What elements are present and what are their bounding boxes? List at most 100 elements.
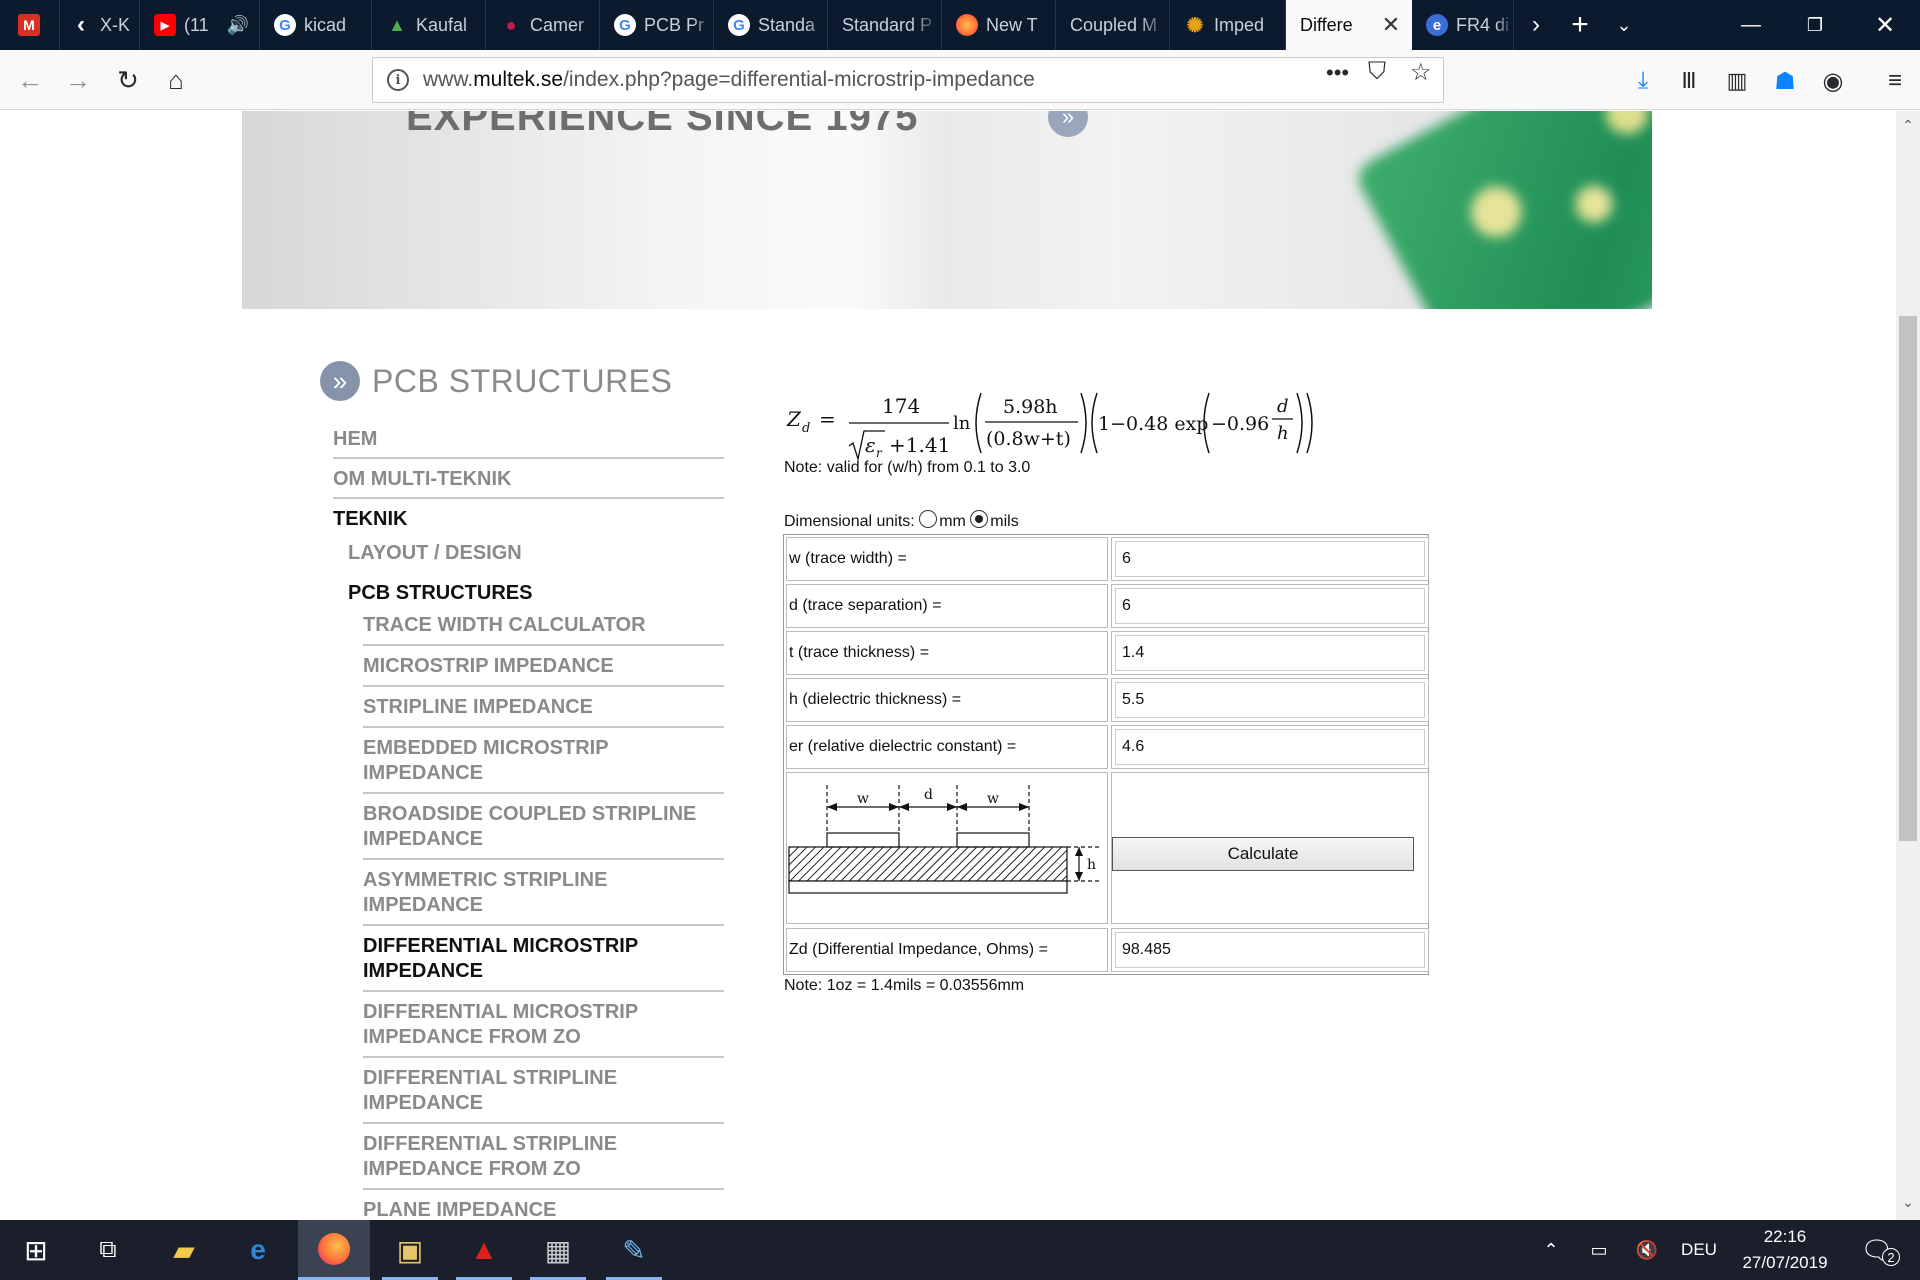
sidebar-item-trace-width-calculator[interactable]: TRACE WIDTH CALCULATOR [363,613,723,638]
download-icon[interactable]: ⤓ [1628,66,1658,96]
sidebar-item-hem[interactable]: HEM [333,427,377,452]
dielectric-constant-input[interactable]: 4.6 [1115,729,1425,765]
impedance-formula: Z d = 174 ε r +1.41 ln 5.98h (0.8w+t) 1−… [786,392,1313,462]
language-indicator[interactable]: DEU [1676,1220,1722,1280]
sidebar-item-om-multi-teknik[interactable]: OM MULTI-TEKNIK [333,467,512,492]
ghostery-icon[interactable]: ☗ [1770,66,1800,96]
notifications-icon[interactable]: 🗨 2 [1852,1220,1902,1280]
sidebar-item-layout-design[interactable]: LAYOUT / DESIGN [348,541,522,566]
firefox-taskbar-icon[interactable] [298,1220,370,1280]
forward-icon[interactable]: → [56,58,100,102]
units-mils-radio[interactable] [970,510,989,528]
tab-gmail[interactable]: M [0,0,60,50]
ground-plane [788,880,1068,894]
file-explorer-icon[interactable]: ▰ [148,1220,220,1280]
dielectric-thickness-input[interactable]: 5.5 [1115,682,1425,718]
page-scrollbar[interactable]: ⌃ ⌄ [1896,111,1920,1220]
trace-width-input[interactable]: 6 [1115,541,1425,577]
address-bar[interactable]: i www.multek.se/index.php?page=different… [372,57,1444,103]
clock[interactable]: 22:16 27/07/2019 [1730,1220,1840,1280]
pocket-icon[interactable]: ⛉ [1368,58,1386,86]
table-row: er (relative dielectric constant) = 4.6 [786,725,1429,769]
volume-muted-icon[interactable]: 🔇 [1632,1220,1662,1280]
sidebar-icon[interactable]: ▥ [1722,66,1752,96]
tab-imped[interactable]: ✺ Imped [1170,0,1286,50]
task-view-icon[interactable]: ⧉ [72,1220,144,1280]
banner-arrow-icon[interactable]: » [1048,111,1088,137]
close-window-icon[interactable]: ✕ [1860,0,1910,50]
table-row: w (trace width) = 6 [786,537,1429,581]
scroll-tabs-right-icon[interactable]: › [1516,0,1556,50]
tab-kicad[interactable]: G kicad [260,0,372,50]
tab-1[interactable]: ‹ X-K [60,0,140,50]
tab-kaufal[interactable]: ▲ Kaufal [372,0,486,50]
sidebar-item-microstrip-impedance[interactable]: MICROSTRIP IMPEDANCE [363,654,723,679]
start-windows-icon[interactable]: ⊞ [0,1220,72,1280]
acrobat-icon[interactable]: ▲ [448,1220,520,1280]
list-tabs-icon[interactable]: ⌄ [1604,0,1644,50]
formula-coef: 174 [882,394,920,418]
sidebar-item-broadside-coupled-stripline-impedance[interactable]: BROADSIDE COUPLED STRIPLINE IMPEDANCE [363,802,723,852]
kicad-icon[interactable]: ▣ [374,1220,446,1280]
edge-icon[interactable]: e [222,1220,294,1280]
page-actions-icon[interactable]: ••• [1326,60,1349,86]
speaker-icon[interactable]: 🔊 [227,15,249,36]
calculate-button[interactable]: Calculate [1112,837,1414,871]
tab-fr4[interactable]: e FR4 di [1412,0,1514,50]
sidebar-item-differential-stripline-impedance-from-zo[interactable]: DIFFERENTIAL STRIPLINE IMPEDANCE FROM ZO [363,1132,723,1182]
sidebar-item-teknik[interactable]: TEKNIK [333,507,407,532]
notification-count: 2 [1882,1248,1900,1266]
scroll-down-icon[interactable]: ⌄ [1896,1194,1920,1214]
formula-plus-term: +1.41 [889,433,950,457]
units-mm-radio[interactable] [919,510,938,528]
sidebar-item-differential-stripline-impedance[interactable]: DIFFERENTIAL STRIPLINE IMPEDANCE [363,1066,723,1116]
paint-icon[interactable]: ✎ [598,1220,670,1280]
trace-separation-input[interactable]: 6 [1115,588,1425,624]
account-icon[interactable]: ◉ [1818,66,1848,96]
calculator-icon[interactable]: ▦ [522,1220,594,1280]
t-label: t (trace thickness) = [786,631,1108,675]
trace-thickness-input[interactable]: 1.4 [1115,635,1425,671]
divider [363,924,724,926]
windows-taskbar: ⊞ ⧉ ▰ e ▣ ▲ ▦ ✎ ⌃ ▭ 🔇 DEU 22:16 27/07/20… [0,1220,1920,1280]
sidebar-item-stripline-impedance[interactable]: STRIPLINE IMPEDANCE [363,695,723,720]
differential-impedance-output[interactable]: 98.485 [1115,932,1425,968]
home-icon[interactable]: ⌂ [154,58,198,102]
menu-icon[interactable]: ≡ [1880,66,1910,96]
sidebar-item-pcb-structures[interactable]: PCB STRUCTURES [348,581,532,606]
tab-new[interactable]: New T [942,0,1056,50]
tab-camera[interactable]: ● Camer [486,0,600,50]
tab-coupled[interactable]: Coupled M [1056,0,1170,50]
sidebar-item-asymmetric-stripline-impedance[interactable]: ASYMMETRIC STRIPLINE IMPEDANCE [363,868,723,918]
library-icon[interactable]: Ⅲ [1674,66,1704,96]
tab-differential-active[interactable]: Differe ✕ [1286,0,1412,50]
scrollbar-thumb[interactable] [1899,316,1917,841]
restore-icon[interactable]: ❐ [1790,0,1840,50]
sidebar-item-differential-microstrip-impedance[interactable]: DIFFERENTIAL MICROSTRIP IMPEDANCE [363,934,723,984]
tab-standard-p[interactable]: Standard P [828,0,942,50]
clock-date: 27/07/2019 [1742,1253,1828,1272]
dielectric-layer [788,846,1068,882]
scroll-up-icon[interactable]: ⌃ [1896,117,1920,137]
google-icon: G [728,14,750,36]
youtube-icon: ▶ [154,14,176,36]
bookmark-star-icon[interactable]: ☆ [1410,58,1432,87]
tab-standard[interactable]: G Standa [714,0,828,50]
battery-icon[interactable]: ▭ [1584,1220,1614,1280]
tab-youtube[interactable]: ▶ (11 🔊 [140,0,260,50]
tab-pcb[interactable]: G PCB Pr [600,0,714,50]
sidebar-item-differential-microstrip-impedance-from-zo[interactable]: DIFFERENTIAL MICROSTRIP IMPEDANCE FROM Z… [363,1000,723,1050]
new-tab-icon[interactable]: + [1560,0,1600,50]
back-icon[interactable]: ← [8,58,52,102]
divider [363,990,724,992]
site-info-icon[interactable]: i [387,69,409,91]
formula-equals: = [819,407,836,431]
sidebar-item-plane-impedance[interactable]: PLANE IMPEDANCE [363,1198,723,1220]
units-selector: Dimensional units: mm mils [784,510,1019,531]
diagram-d-label: d [924,787,933,803]
tray-expand-icon[interactable]: ⌃ [1536,1220,1566,1280]
close-tab-icon[interactable]: ✕ [1380,12,1402,38]
minimize-icon[interactable]: — [1726,0,1776,50]
sidebar-item-embedded-microstrip-impedance[interactable]: EMBEDDED MICROSTRIP IMPEDANCE [363,736,723,786]
reload-icon[interactable]: ↻ [106,58,150,102]
